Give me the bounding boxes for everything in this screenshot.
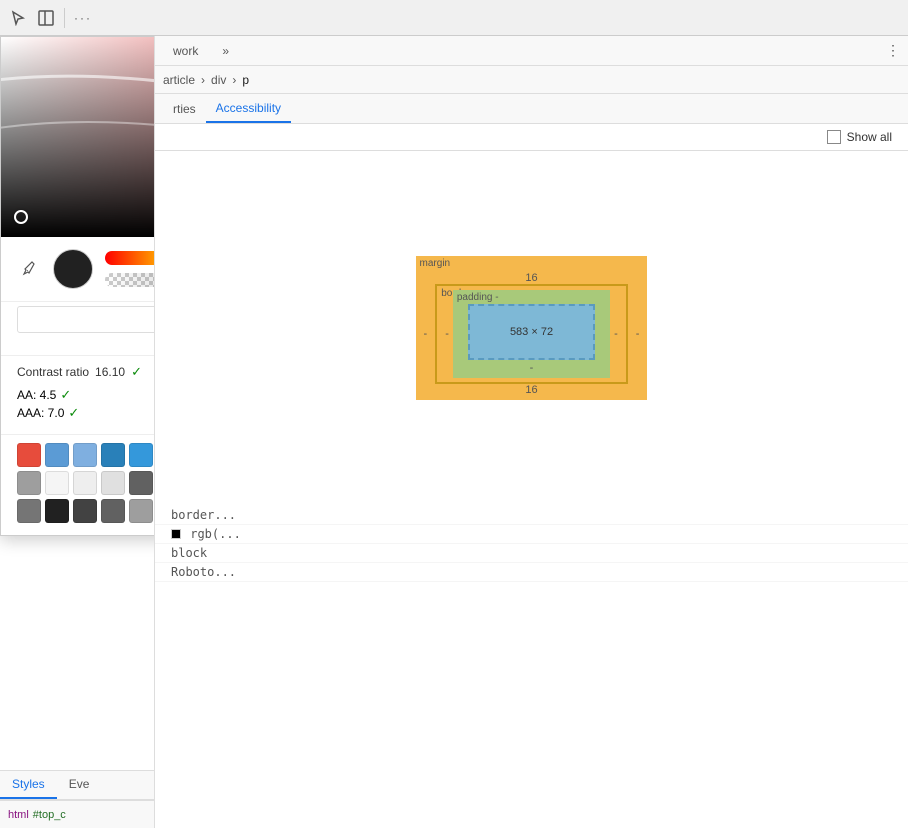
hex-label: HEX [17,335,155,347]
swatch-r2-3[interactable] [73,471,97,495]
toolbar-divider [64,8,65,28]
border-left-dash: - [441,290,453,378]
color-picker-handle[interactable] [14,210,28,224]
left-tabs-row: Styles Eve [0,770,155,800]
padding-label: padding - [457,292,499,303]
tab-styles[interactable]: Styles [0,771,57,799]
breadcrumb-html[interactable]: html [8,809,29,821]
tab-more[interactable]: » [212,38,239,64]
margin-right-dash: - [628,284,648,384]
swatches-row-3 [17,499,155,523]
picker-controls [1,237,155,301]
panel-icon[interactable] [36,8,56,28]
swatches-row-1: ▲ [17,443,155,467]
computed-row-rgb: rgb(... [155,525,908,544]
main-container: #212121 ▲ ▼ HEX Contrast ratio 16.10 ✓ [0,36,908,828]
aa-label: AA: 4.5 [17,388,56,402]
breadcrumb: html #top_c [0,800,155,828]
color-gradient-canvas[interactable] [1,37,155,237]
swatch-r3-2[interactable] [45,499,69,523]
aaa-label: AAA: 7.0 [17,406,64,420]
aa-check-icon: ✓ [60,387,71,403]
aa-aaa-row: AA: 4.5 ✓ AAA: 7.0 ✓ [17,386,155,422]
tab-accessibility[interactable]: Accessibility [206,95,291,123]
box-model: margin 16 - border - padding - [416,256,648,400]
contrast-header: Contrast ratio 16.10 ✓ ∧ [17,364,155,380]
computed-name-rgb: rgb(... [171,527,241,541]
swatch-bright-blue[interactable] [129,443,153,467]
margin-top-value: 16 [432,272,632,284]
color-picker: #212121 ▲ ▼ HEX Contrast ratio 16.10 ✓ [0,36,155,536]
current-color-swatch[interactable] [53,249,93,289]
show-all-checkbox[interactable] [827,130,841,144]
computed-row-border: border... [155,506,908,525]
swatch-r2-2[interactable] [45,471,69,495]
bc-article[interactable]: article [163,73,195,87]
more-icon[interactable]: ··· [73,8,93,28]
breadcrumb-id: #top_c [33,809,66,821]
hex-section: #212121 ▲ ▼ HEX [1,301,155,355]
box-model-area: margin 16 - border - padding - [155,151,908,506]
content-box: 583 × 72 [468,304,595,360]
content-size: 583 × 72 [510,326,553,338]
hue-slider[interactable] [105,251,155,265]
swatch-r2-5[interactable] [129,471,153,495]
right-panel: work » ⋮ article › div › p rties Accessi… [155,36,908,828]
computed-row-roboto: Roboto... [155,563,908,582]
swatches-row-2: ▼ [17,471,155,495]
cursor-icon[interactable] [8,8,28,28]
border-right-dash: - [610,290,622,378]
margin-bottom-value: 16 [432,384,632,396]
left-panel: #212121 ▲ ▼ HEX Contrast ratio 16.10 ✓ [0,36,155,828]
show-all-label: Show all [847,130,892,144]
hex-input[interactable]: #212121 [26,312,155,327]
swatch-r2-1[interactable] [17,471,41,495]
show-all-row: Show all [155,124,908,151]
right-breadcrumb: article › div › p [155,66,908,94]
aaa-check-icon: ✓ [68,405,79,421]
margin-label: margin [420,258,451,269]
more-panels-button[interactable]: ⋮ [886,42,900,59]
right-secondary-tabs: rties Accessibility [155,94,908,124]
contrast-title: Contrast ratio 16.10 ✓ [17,364,142,380]
computed-list: border... rgb(... block Roboto... [155,506,908,828]
hex-input-row: #212121 ▲ ▼ [17,306,155,333]
sliders-area [105,251,155,287]
contrast-section: Contrast ratio 16.10 ✓ ∧ AA: 4.5 ✓ AAA: … [1,355,155,434]
contrast-ratio-label: Contrast ratio [17,365,89,379]
swatch-r2-4[interactable] [101,471,125,495]
padding-right-space [595,304,606,360]
swatch-red[interactable] [17,443,41,467]
top-toolbar: ··· [0,0,908,36]
bc-div[interactable]: div [211,73,226,87]
bc-sep-1: › [201,73,205,87]
swatch-blue[interactable] [101,443,125,467]
right-top-tabs: work » ⋮ [155,36,908,66]
padding-left-space [457,304,468,360]
tab-network[interactable]: work [163,38,208,64]
computed-name-roboto: Roboto... [171,565,236,579]
computed-name-border: border... [171,508,236,522]
swatch-r3-5[interactable] [129,499,153,523]
swatch-light-blue[interactable] [45,443,69,467]
swatch-medium-blue[interactable] [73,443,97,467]
contrast-check-icon: ✓ [131,364,142,380]
swatch-r3-1[interactable] [17,499,41,523]
computed-row-block: block [155,544,908,563]
margin-left-dash: - [416,284,436,384]
padding-bottom-dash: - [457,362,606,374]
rgb-color-swatch [171,529,181,539]
tab-properties[interactable]: rties [163,96,206,122]
swatches-section: ▲ ▼ [1,434,155,535]
swatch-r3-3[interactable] [73,499,97,523]
contrast-ratio-value: 16.10 [95,365,125,379]
bc-sep-2: › [232,73,236,87]
computed-name-block: block [171,546,207,560]
eyedropper-button[interactable] [17,257,41,281]
swatch-r3-4[interactable] [101,499,125,523]
bc-p[interactable]: p [242,73,249,87]
aa-aaa-values: AA: 4.5 ✓ AAA: 7.0 ✓ [17,387,79,421]
tab-event-listeners[interactable]: Eve [57,771,102,799]
alpha-slider[interactable] [105,273,155,287]
